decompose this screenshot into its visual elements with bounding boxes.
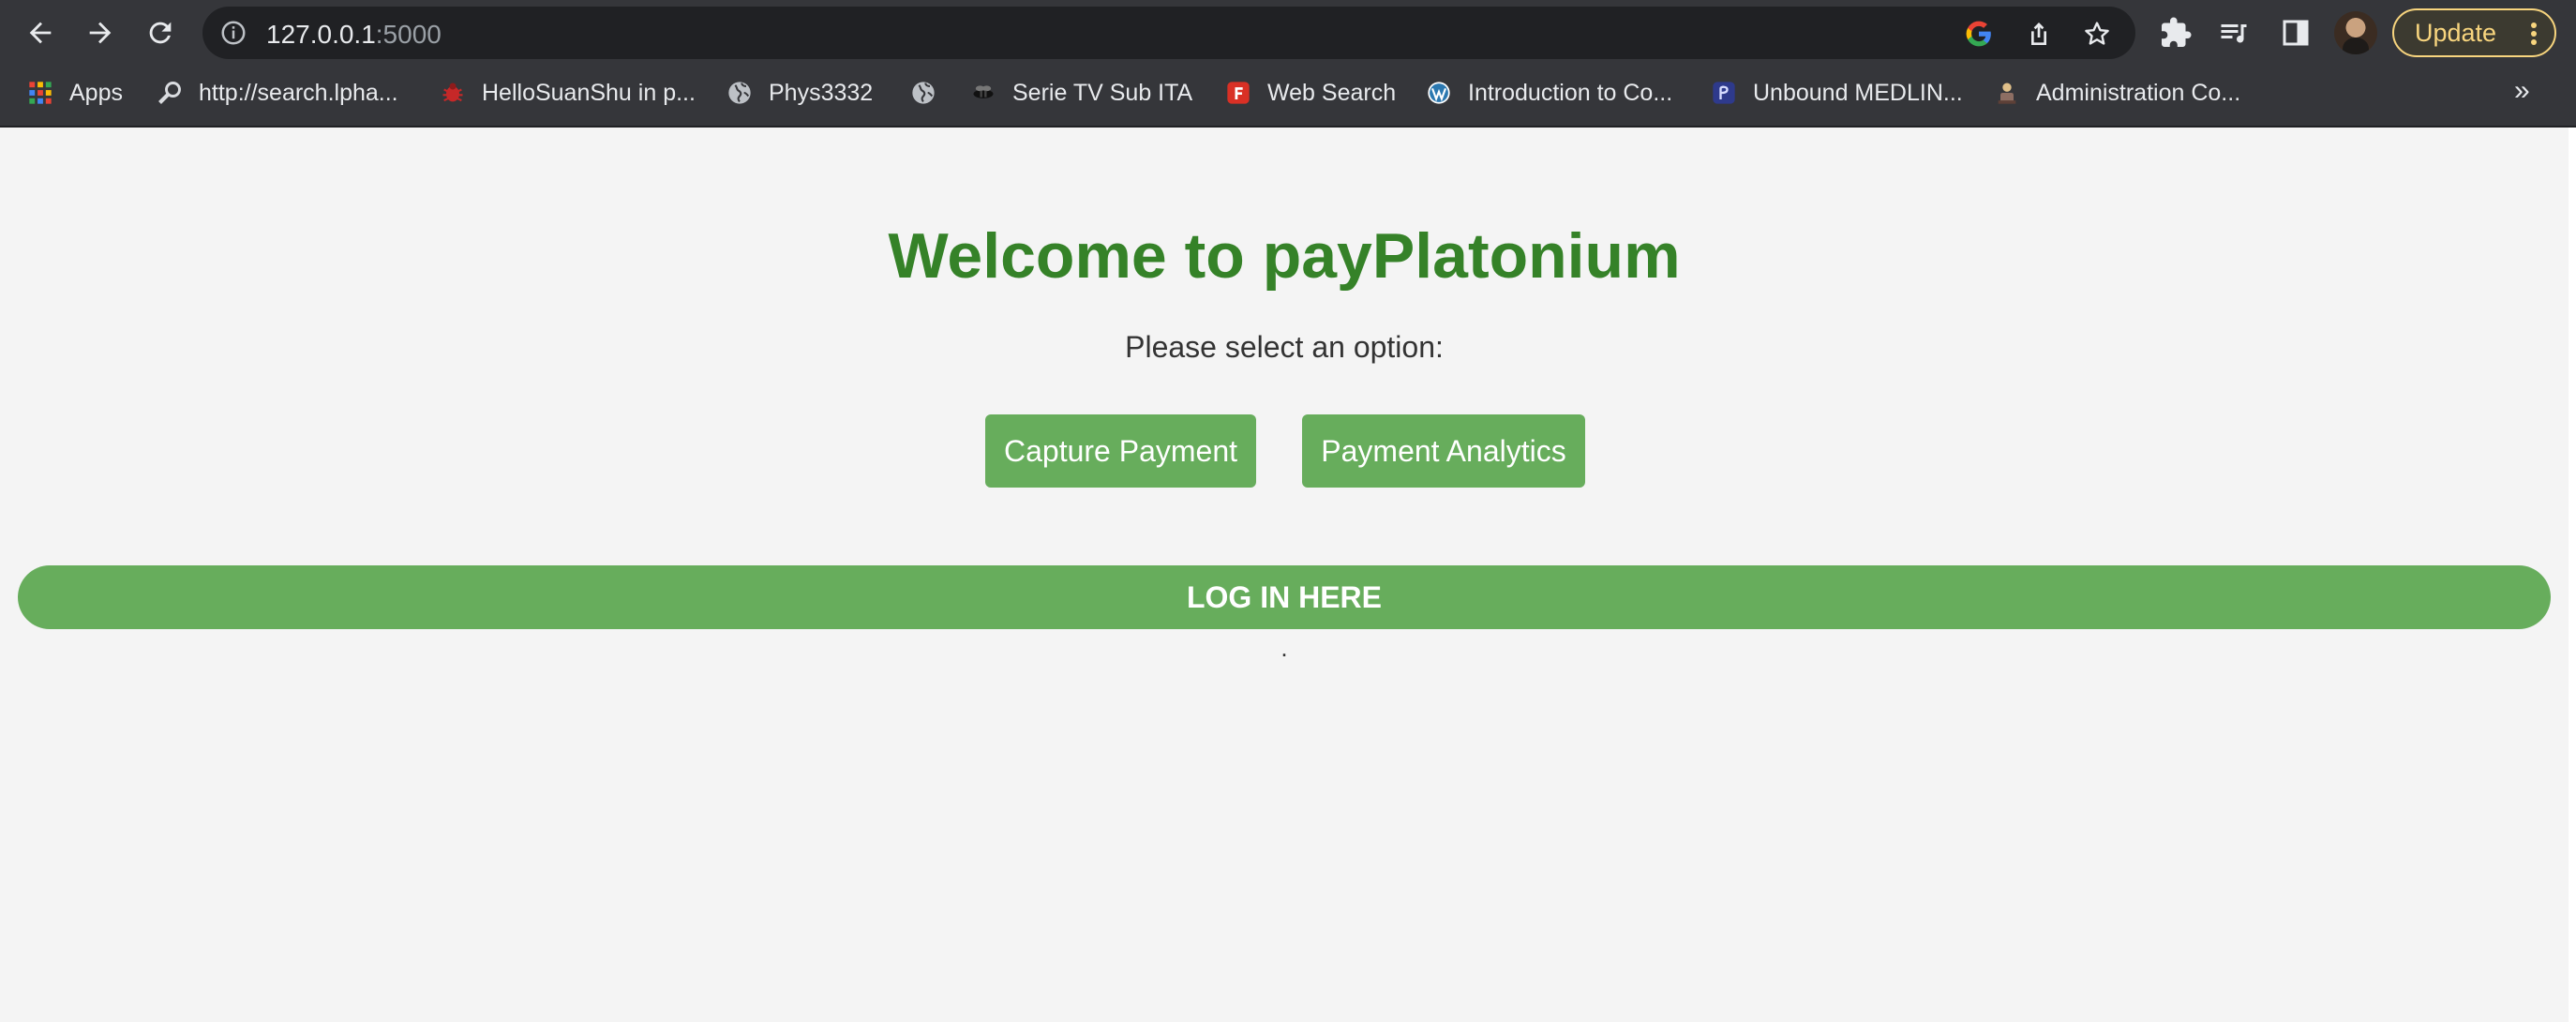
bookmark-label: Apps xyxy=(69,79,123,106)
bookmark-label: HelloSuanShu in p... xyxy=(482,79,696,106)
share-icon[interactable] xyxy=(2023,18,2055,50)
payment-analytics-button[interactable]: Payment Analytics xyxy=(1302,414,1585,488)
forward-arrow-icon xyxy=(89,22,112,44)
browser-chrome: 127.0.0.1:5000 Update Apps http://search… xyxy=(0,0,2576,128)
page-content: Welcome to payPlatonium Please select an… xyxy=(0,128,2569,1022)
bookmark-label: Serie TV Sub ITA xyxy=(1012,79,1193,106)
bookmark-star-icon[interactable] xyxy=(2081,18,2113,50)
f-logo-icon xyxy=(1224,79,1252,107)
bookmark-unbound-medline[interactable]: Unbound MEDLIN... xyxy=(1710,75,1963,111)
back-button[interactable] xyxy=(17,9,64,56)
menu-kebab-icon xyxy=(2531,23,2537,45)
side-panel-icon[interactable] xyxy=(2276,13,2315,53)
bookmark-administration[interactable]: Administration Co... xyxy=(1993,75,2240,111)
bookmark-apps[interactable]: Apps xyxy=(26,75,123,111)
reload-button[interactable] xyxy=(137,9,184,56)
footer-dot: . xyxy=(1281,634,1288,662)
bookmark-hellosuanshu[interactable]: HelloSuanShu in p... xyxy=(439,75,696,111)
site-info-icon[interactable] xyxy=(219,19,247,47)
globe-icon xyxy=(909,79,937,107)
page-subtitle: Please select an option: xyxy=(1125,330,1444,364)
bookmark-phys3332[interactable]: Phys3332 xyxy=(726,75,873,111)
profile-avatar[interactable] xyxy=(2334,11,2377,54)
bug-icon xyxy=(439,79,467,107)
scrollbar-gutter[interactable] xyxy=(2569,128,2576,1022)
back-arrow-icon xyxy=(29,22,52,44)
bookmarks-bar: Apps http://search.lpha... HelloSuanShu … xyxy=(0,69,2576,116)
page-title: Welcome to payPlatonium xyxy=(888,220,1681,292)
bookmark-label: Administration Co... xyxy=(2036,79,2241,106)
bookmark-label: Phys3332 xyxy=(769,79,874,106)
reload-icon xyxy=(149,22,172,44)
bookmark-search-lpha[interactable]: http://search.lpha... xyxy=(156,75,398,111)
apps-grid-icon xyxy=(26,79,54,107)
bookmark-web-search[interactable]: Web Search xyxy=(1224,75,1396,111)
extensions-puzzle-icon[interactable] xyxy=(2156,13,2195,53)
update-label: Update xyxy=(2415,18,2497,47)
browser-toolbar: 127.0.0.1:5000 Update xyxy=(0,0,2576,66)
bookmark-label: Web Search xyxy=(1267,79,1397,106)
magnifier-icon xyxy=(156,79,184,107)
bee-icon xyxy=(969,79,997,107)
forward-button[interactable] xyxy=(77,9,124,56)
google-lens-icon[interactable] xyxy=(1963,18,1995,50)
bookmarks-overflow-button[interactable]: » xyxy=(2514,75,2530,107)
address-bar[interactable]: 127.0.0.1:5000 xyxy=(202,7,2135,59)
media-queue-icon[interactable] xyxy=(2214,13,2254,53)
admin-icon xyxy=(1993,79,2021,107)
update-button[interactable]: Update xyxy=(2392,8,2556,57)
wordpress-icon xyxy=(1425,79,1453,107)
unbound-icon xyxy=(1710,79,1738,107)
bookmark-globe[interactable] xyxy=(909,75,952,111)
url-text[interactable]: 127.0.0.1:5000 xyxy=(266,20,442,50)
url-port: :5000 xyxy=(375,20,442,49)
bookmark-label: Introduction to Co... xyxy=(1468,79,1673,106)
bookmark-label: Unbound MEDLIN... xyxy=(1753,79,1963,106)
bookmark-introduction[interactable]: Introduction to Co... xyxy=(1425,75,1672,111)
url-host: 127.0.0.1 xyxy=(266,20,376,49)
login-button[interactable]: LOG IN HERE xyxy=(18,565,2551,629)
globe-icon xyxy=(726,79,754,107)
bookmark-label: http://search.lpha... xyxy=(199,79,398,106)
bookmark-serie-tv[interactable]: Serie TV Sub ITA xyxy=(969,75,1192,111)
capture-payment-button[interactable]: Capture Payment xyxy=(985,414,1256,488)
